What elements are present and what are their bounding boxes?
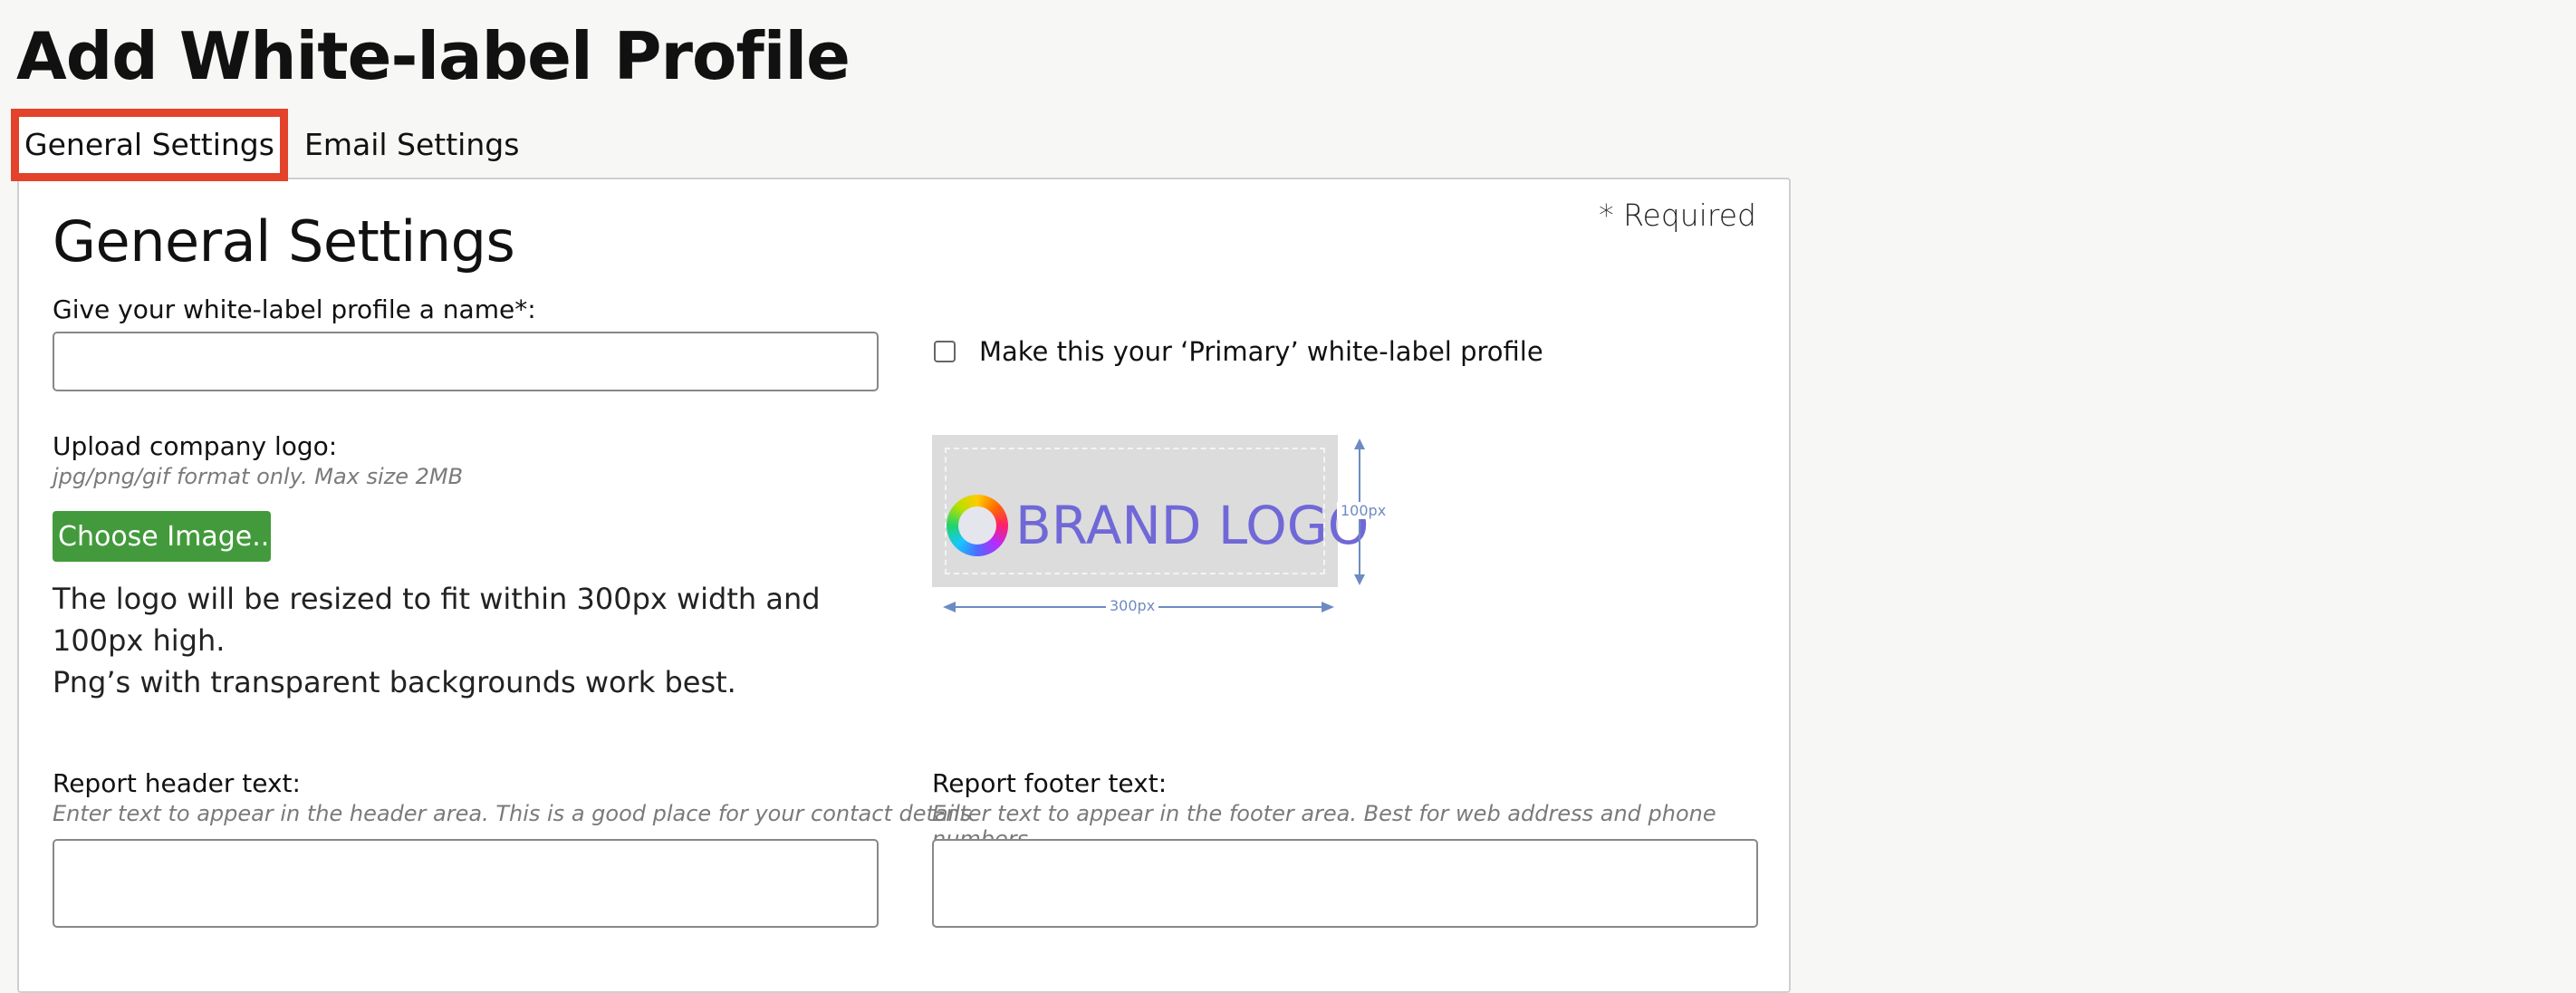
page-title: Add White-label Profile	[16, 18, 851, 94]
general-settings-panel: * Required General Settings Give your wh…	[17, 178, 1791, 993]
logo-upload-label: Upload company logo:	[53, 431, 338, 461]
profile-name-input[interactable]	[53, 332, 879, 391]
settings-tabs: General Settings Email Settings	[11, 109, 554, 181]
report-footer-label: Report footer text:	[932, 768, 1168, 798]
logo-resize-note-line2: Png’s with transparent backgrounds work …	[53, 665, 736, 699]
logo-resize-note-line1: The logo will be resized to fit within 3…	[53, 582, 821, 658]
logo-width-label: 300px	[1106, 597, 1159, 614]
tab-general-settings[interactable]: General Settings	[11, 109, 288, 181]
resize-grip-icon[interactable]	[1742, 911, 1753, 922]
primary-profile-checkbox[interactable]	[934, 341, 956, 362]
report-header-label: Report header text:	[53, 768, 301, 798]
logo-preview-inner: BRAND LOGO	[945, 448, 1369, 574]
profile-name-label: Give your white-label profile a name*:	[53, 294, 536, 324]
tab-email-settings[interactable]: Email Settings	[304, 109, 519, 181]
choose-image-button[interactable]: Choose Image...	[53, 511, 271, 562]
report-footer-textarea[interactable]	[932, 839, 1758, 928]
logo-upload-hint: jpg/png/gif format only. Max size 2MB	[53, 464, 464, 489]
brand-logo-text: BRAND LOGO	[1015, 495, 1370, 556]
logo-height-label: 100px	[1337, 502, 1390, 519]
logo-preview: BRAND LOGO	[932, 435, 1369, 587]
required-note: * Required	[1599, 198, 1756, 233]
primary-profile-label: Make this your ‘Primary’ white-label pro…	[979, 336, 1543, 367]
colorful-ring-icon	[947, 495, 1008, 556]
report-header-hint: Enter text to appear in the header area.…	[53, 801, 972, 826]
resize-grip-icon[interactable]	[862, 911, 873, 922]
general-settings-title: General Settings	[53, 208, 515, 275]
report-header-textarea[interactable]	[53, 839, 879, 928]
logo-resize-note: The logo will be resized to fit within 3…	[53, 578, 868, 703]
